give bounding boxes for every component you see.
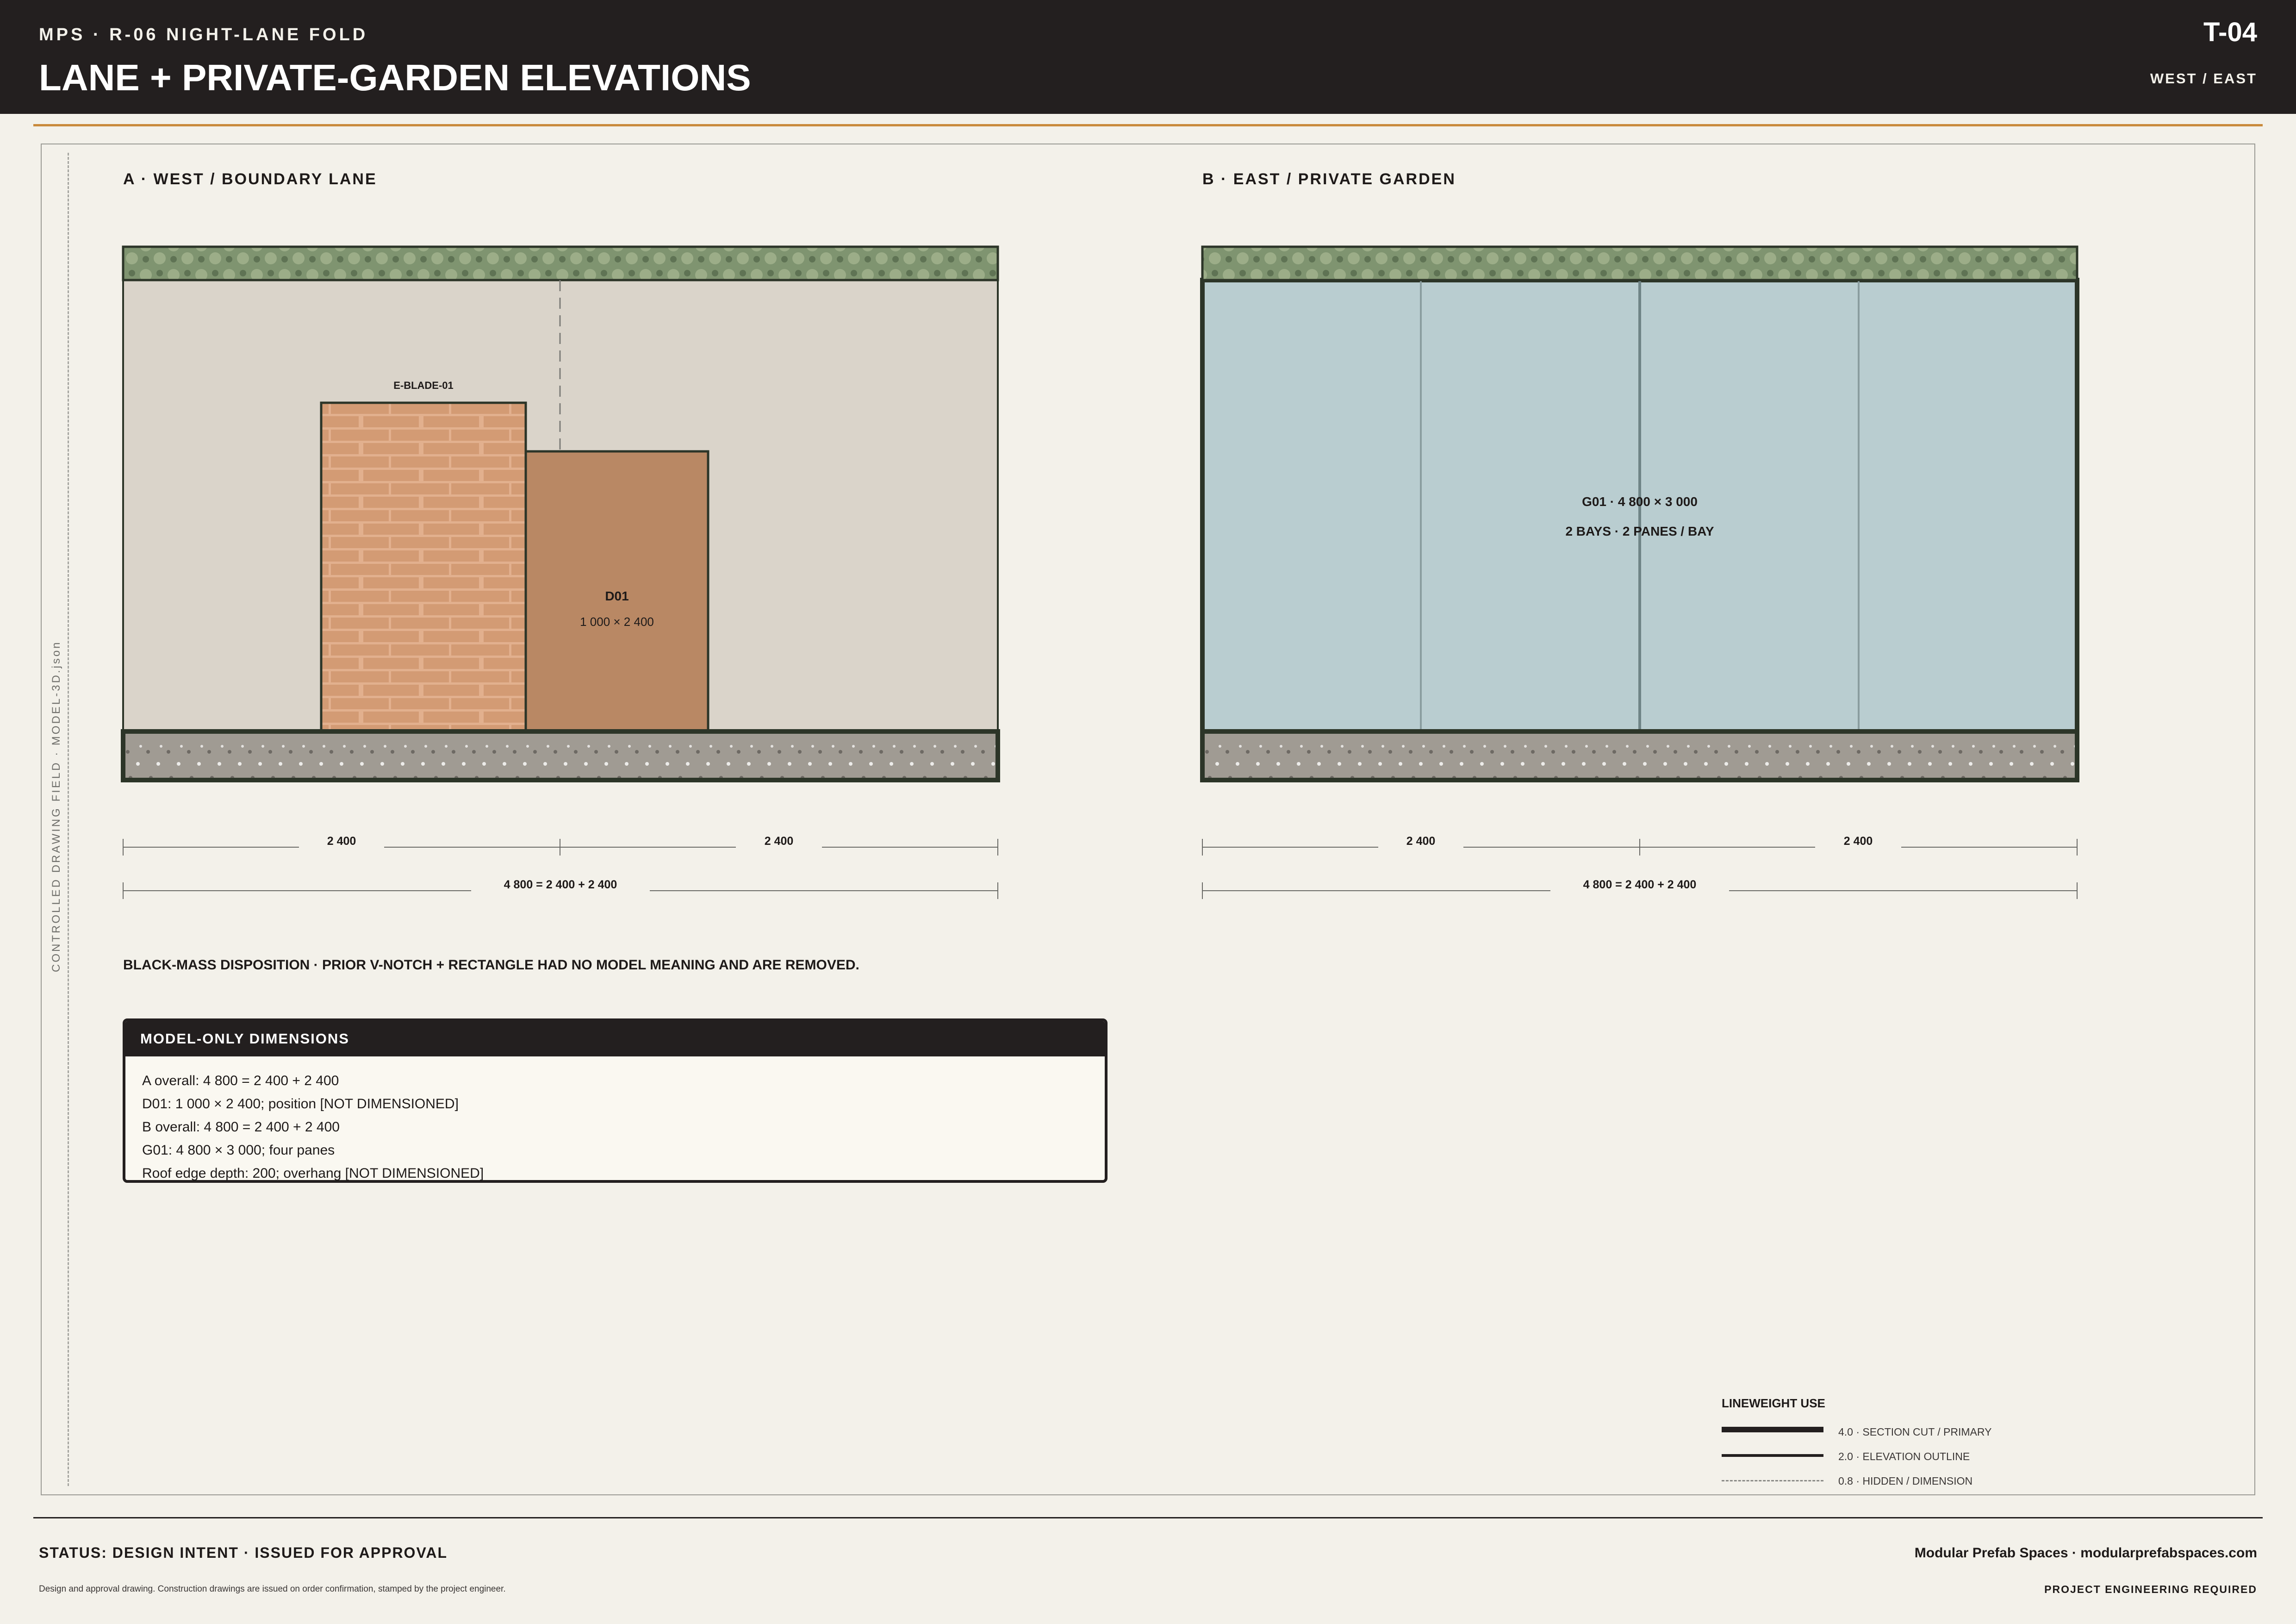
legend-label: 4.0 · SECTION CUT / PRIMARY bbox=[1838, 1426, 1992, 1438]
dim-b-left-label: 2 400 bbox=[1406, 835, 1436, 848]
dim-b-overall-label: 4 800 = 2 400 + 2 400 bbox=[1583, 878, 1697, 891]
elevation-drawings: E-BLADE-01 D01 1 000 × 2 400 2 400 2 400… bbox=[121, 245, 2079, 899]
model-dimensions-box: MODEL-ONLY DIMENSIONS A overall: 4 800 =… bbox=[123, 1018, 1108, 1183]
footer-rule bbox=[33, 1517, 2263, 1518]
d01-size-label: 1 000 × 2 400 bbox=[580, 615, 654, 629]
model-dimension-item: G01: 4 800 × 3 000; four panes bbox=[142, 1143, 335, 1158]
legend-label: 0.8 · HIDDEN / DIMENSION bbox=[1838, 1475, 1973, 1487]
model-dimension-item: Roof edge depth: 200; overhang [NOT DIME… bbox=[142, 1166, 484, 1181]
model-dimension-item: B overall: 4 800 = 2 400 + 2 400 bbox=[142, 1119, 340, 1135]
dim-a-overall-label: 4 800 = 2 400 + 2 400 bbox=[504, 878, 617, 891]
legend-row-section-cut: 4.0 · SECTION CUT / PRIMARY bbox=[1722, 1423, 2073, 1442]
legend-row-hidden-dimension: 0.8 · HIDDEN / DIMENSION bbox=[1722, 1472, 2073, 1491]
e-blade-01-brick bbox=[320, 401, 527, 733]
elevation-a-dimensions: 2 400 2 400 4 800 = 2 400 + 2 400 bbox=[123, 835, 998, 899]
e-blade-01-label: E-BLADE-01 bbox=[393, 380, 454, 391]
elevation-b-base bbox=[1200, 729, 2079, 782]
company-name: Modular Prefab Spaces · modularprefabspa… bbox=[1914, 1545, 2257, 1561]
status-text: STATUS: DESIGN INTENT · ISSUED FOR APPRO… bbox=[39, 1544, 448, 1561]
model-dimension-item: D01: 1 000 × 2 400; position [NOT DIMENS… bbox=[142, 1096, 459, 1112]
elevation-b: G01 · 4 800 × 3 000 2 BAYS · 2 PANES / B… bbox=[1200, 245, 2079, 782]
dim-a-left-label: 2 400 bbox=[327, 835, 356, 848]
model-dimension-item: A overall: 4 800 = 2 400 + 2 400 bbox=[142, 1073, 339, 1088]
disclaimer-text: Design and approval drawing. Constructio… bbox=[39, 1584, 506, 1594]
g01-note: 2 BAYS · 2 PANES / BAY bbox=[1565, 524, 1714, 538]
legend-line-dashed bbox=[1722, 1480, 1823, 1481]
legend-line-heavy bbox=[1722, 1427, 1823, 1432]
d01-label: D01 bbox=[605, 589, 628, 603]
elevation-a: E-BLADE-01 D01 1 000 × 2 400 bbox=[121, 245, 1000, 782]
elevation-b-roof-edge bbox=[1201, 245, 2078, 281]
legend-line-medium bbox=[1722, 1454, 1823, 1457]
legend-row-elevation-outline: 2.0 · ELEVATION OUTLINE bbox=[1722, 1448, 2073, 1466]
elevation-b-dimensions: 2 400 2 400 4 800 = 2 400 + 2 400 bbox=[1202, 835, 2078, 899]
legend-label: 2.0 · ELEVATION OUTLINE bbox=[1838, 1450, 1970, 1462]
disposition-note: BLACK-MASS DISPOSITION · PRIOR V-NOTCH +… bbox=[123, 957, 859, 973]
model-dimensions-list: A overall: 4 800 = 2 400 + 2 400 D01: 1 … bbox=[125, 1056, 1105, 1181]
model-dimensions-title: MODEL-ONLY DIMENSIONS bbox=[125, 1021, 1105, 1056]
elevation-a-base bbox=[121, 729, 1000, 782]
dim-a-right-label: 2 400 bbox=[765, 835, 794, 848]
lineweight-legend-title: LINEWEIGHT USE bbox=[1722, 1396, 1825, 1410]
engineering-note: PROJECT ENGINEERING REQUIRED bbox=[2044, 1583, 2257, 1595]
elevation-a-roof-edge bbox=[122, 245, 999, 281]
g01-label: G01 · 4 800 × 3 000 bbox=[1582, 494, 1698, 509]
dim-b-right-label: 2 400 bbox=[1844, 835, 1873, 848]
